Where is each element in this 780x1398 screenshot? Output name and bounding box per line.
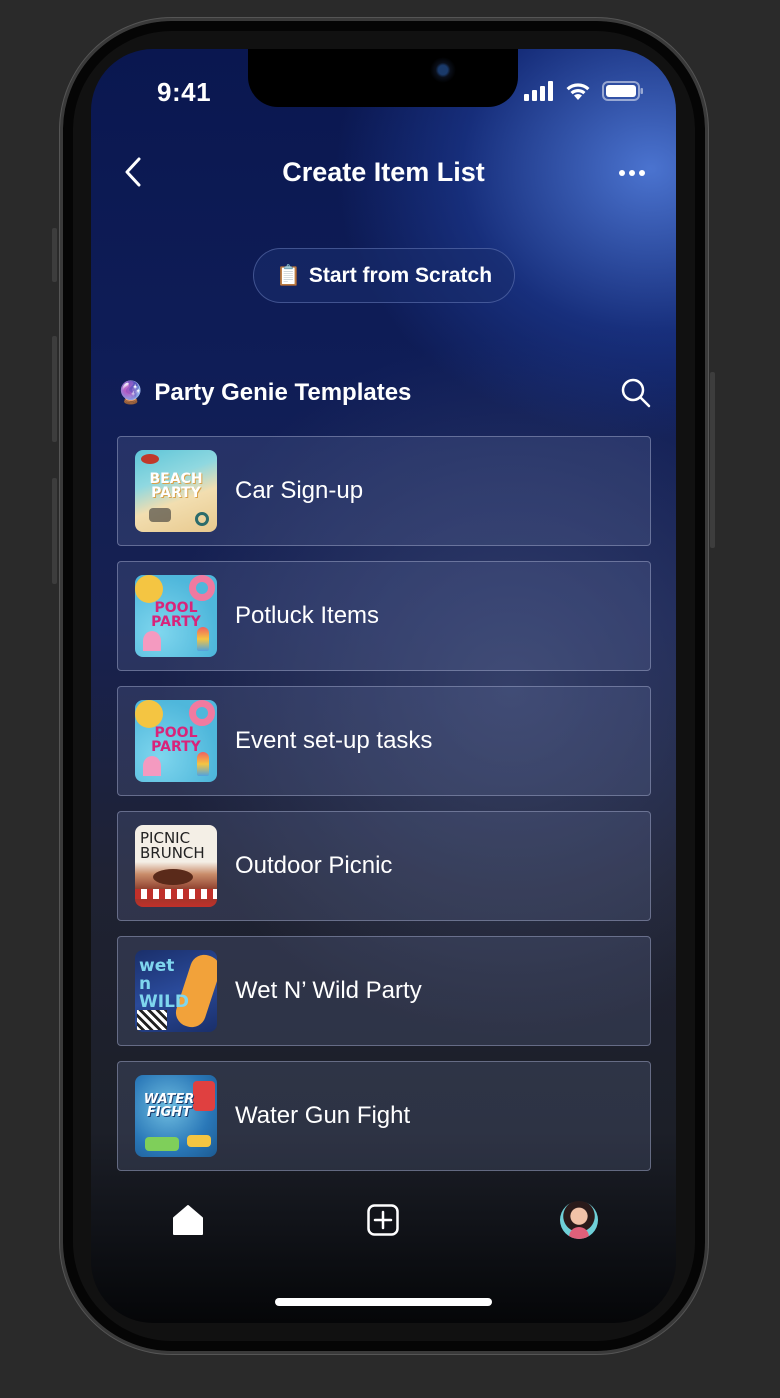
- template-label: Event set-up tasks: [235, 727, 433, 754]
- template-item[interactable]: POOL PARTY Event set-up tasks: [117, 686, 651, 796]
- thumbnail-text: POOL PARTY: [151, 725, 201, 755]
- tab-home[interactable]: [171, 1203, 205, 1237]
- template-label: Water Gun Fight: [235, 1102, 411, 1129]
- front-camera: [430, 57, 456, 83]
- template-list: BEACH PARTY Car Sign-up POOL PARTY Potlu…: [117, 436, 651, 1186]
- thumbnail-text: POOL PARTY: [151, 600, 201, 630]
- search-icon: [621, 378, 651, 408]
- thumbnail-text: PICNIC BRUNCH: [140, 829, 205, 862]
- more-options-button[interactable]: [618, 161, 646, 185]
- home-indicator: [275, 1298, 492, 1306]
- template-item[interactable]: PICNIC BRUNCH Outdoor Picnic: [117, 811, 651, 921]
- signal-icon: [524, 81, 553, 101]
- template-item[interactable]: BEACH PARTY Car Sign-up: [117, 436, 651, 546]
- start-from-scratch-label: Start from Scratch: [308, 263, 493, 287]
- thumbnail-text: WATER FIGHT: [143, 1092, 195, 1120]
- templates-heading-text: Party Genie Templates: [154, 379, 412, 406]
- status-icons: [524, 81, 644, 101]
- avatar: [569, 1227, 589, 1239]
- template-thumbnail: WATER FIGHT: [135, 1075, 217, 1157]
- more-horizontal-icon: [619, 170, 645, 176]
- start-from-scratch-button[interactable]: 📋 Start from Scratch: [253, 248, 515, 303]
- silent-switch: [52, 228, 57, 282]
- tab-profile[interactable]: [560, 1201, 598, 1239]
- tab-bar: [91, 1199, 676, 1241]
- template-label: Outdoor Picnic: [235, 852, 393, 879]
- plus-square-icon: [367, 1204, 399, 1236]
- template-thumbnail: BEACH PARTY: [135, 450, 217, 532]
- app-screen: 9:41 Create Item List 📋 Start from Scrat…: [91, 49, 676, 1323]
- template-label: Wet N’ Wild Party: [235, 977, 422, 1004]
- volume-up-button: [52, 336, 57, 442]
- templates-heading: 🔮 Party Genie Templates: [117, 379, 411, 407]
- home-icon: [173, 1205, 203, 1235]
- template-label: Car Sign-up: [235, 477, 364, 504]
- power-button: [710, 372, 715, 548]
- template-thumbnail: POOL PARTY: [135, 575, 217, 657]
- wifi-icon: [566, 83, 590, 100]
- tab-add[interactable]: [366, 1203, 400, 1237]
- template-thumbnail: PICNIC BRUNCH: [135, 825, 217, 907]
- battery-icon: [602, 81, 643, 101]
- search-button[interactable]: [620, 377, 652, 409]
- template-label: Potluck Items: [235, 602, 380, 629]
- template-thumbnail: POOL PARTY: [135, 700, 217, 782]
- clipboard-icon: 📋: [275, 265, 301, 287]
- thumbnail-text: wet n WILD: [139, 956, 190, 1012]
- template-item[interactable]: POOL PARTY Potluck Items: [117, 561, 651, 671]
- volume-down-button: [52, 478, 57, 584]
- status-time: 9:41: [157, 77, 212, 107]
- template-item[interactable]: WATER FIGHT Water Gun Fight: [117, 1061, 651, 1171]
- dynamic-notch: [248, 49, 518, 107]
- thumbnail-text: BEACH PARTY: [149, 471, 203, 501]
- crystal-ball-icon: 🔮: [117, 380, 145, 405]
- template-thumbnail: wet n WILD: [135, 950, 217, 1032]
- template-item[interactable]: wet n WILD Wet N’ Wild Party: [117, 936, 651, 1046]
- page-title: Create Item List: [282, 157, 485, 187]
